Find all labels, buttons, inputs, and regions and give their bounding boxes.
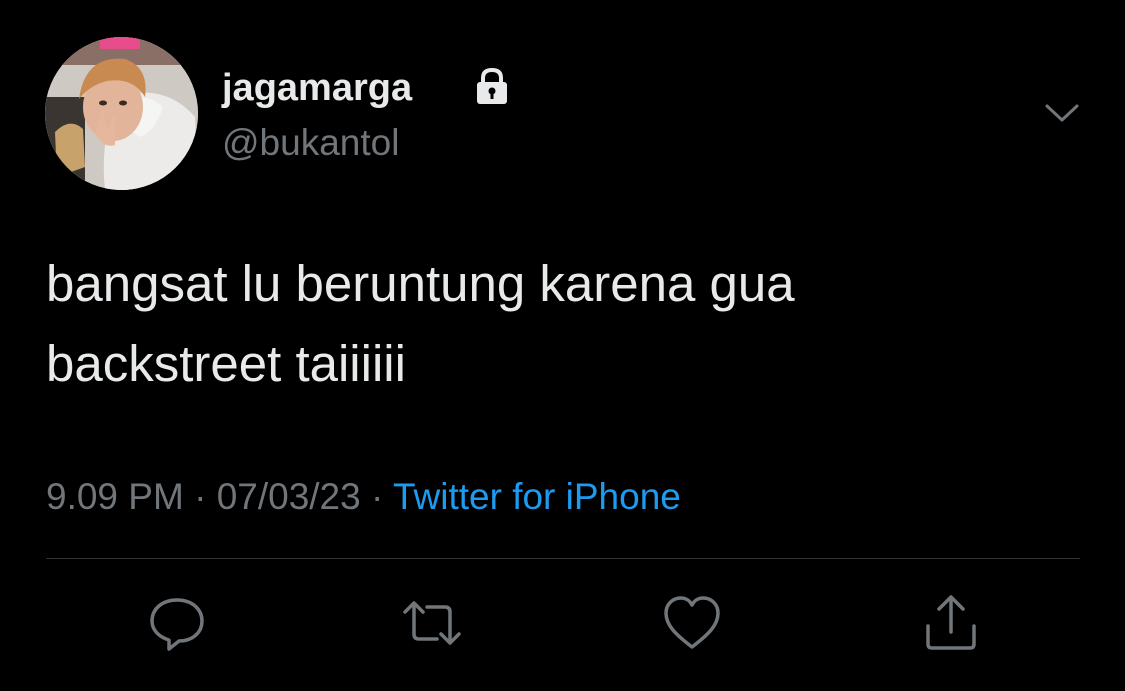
divider xyxy=(46,558,1080,559)
display-name[interactable]: jagamarga xyxy=(222,64,412,112)
meta-separator: · xyxy=(194,476,207,517)
reply-icon[interactable] xyxy=(146,592,208,654)
tweet-text-line: backstreet taiiiiii xyxy=(46,335,406,392)
tweet-detail: jagamarga @bukantol bangsat lu beruntung… xyxy=(0,0,1125,691)
tweet-text: bangsat lu beruntung karena gua backstre… xyxy=(46,244,1086,404)
like-icon[interactable] xyxy=(661,592,723,654)
avatar[interactable] xyxy=(45,37,198,190)
share-icon[interactable] xyxy=(920,592,982,654)
retweet-icon[interactable] xyxy=(401,592,463,654)
tweet-text-line: bangsat lu beruntung karena gua xyxy=(46,255,795,312)
lock-icon xyxy=(470,66,514,106)
chevron-down-icon[interactable] xyxy=(1042,98,1082,128)
tweet-time: 9.09 PM xyxy=(46,476,184,517)
tweet-source-link[interactable]: Twitter for iPhone xyxy=(393,476,681,517)
tweet-meta: 9.09 PM · 07/03/23 · Twitter for iPhone xyxy=(46,474,681,520)
user-handle[interactable]: @bukantol xyxy=(222,120,399,166)
meta-separator: · xyxy=(371,476,384,517)
tweet-date: 07/03/23 xyxy=(216,476,361,517)
